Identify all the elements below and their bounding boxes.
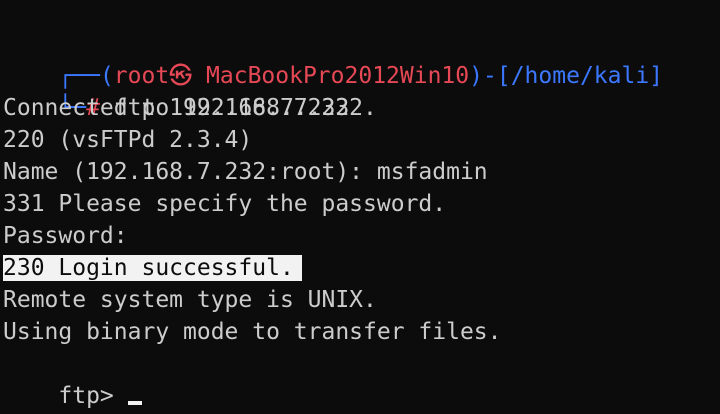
- output-line: Connected to 192.168.7.232.: [3, 95, 377, 121]
- output-line: Remote system type is UNIX.: [3, 287, 377, 313]
- ftp-prompt: ftp>: [58, 383, 114, 409]
- output-line: 331 Please specify the password.: [3, 191, 447, 217]
- terminal-window[interactable]: ┌──(root㉿ MacBookPro2012Win10)-[/home/ka…: [0, 0, 720, 414]
- ftp-prompt-line[interactable]: ftp>: [3, 348, 720, 409]
- prompt-open-paren: (: [99, 63, 114, 89]
- output-line: 220 (vsFTPd 2.3.4): [3, 127, 253, 153]
- prompt-corner-top: ┌──: [58, 63, 100, 89]
- prompt-close-paren: ): [469, 63, 483, 89]
- text-cursor: [127, 401, 142, 405]
- prompt-line-top: ┌──(root㉿ MacBookPro2012Win10)-[/home/ka…: [3, 28, 720, 89]
- output-line: Password:: [3, 223, 128, 249]
- prompt-dash: -: [483, 63, 497, 89]
- output-line: Using binary mode to transfer files.: [3, 319, 502, 345]
- login-successful-selection[interactable]: 230 Login successful.: [3, 255, 302, 281]
- output-line-highlighted: 230 Login successful.: [3, 252, 720, 284]
- output-line: Name (192.168.7.232:root): msfadmin: [3, 159, 488, 185]
- prompt-user-host: root㉿ MacBookPro2012Win10: [113, 63, 470, 89]
- prompt-path: [/home/kali]: [496, 63, 664, 89]
